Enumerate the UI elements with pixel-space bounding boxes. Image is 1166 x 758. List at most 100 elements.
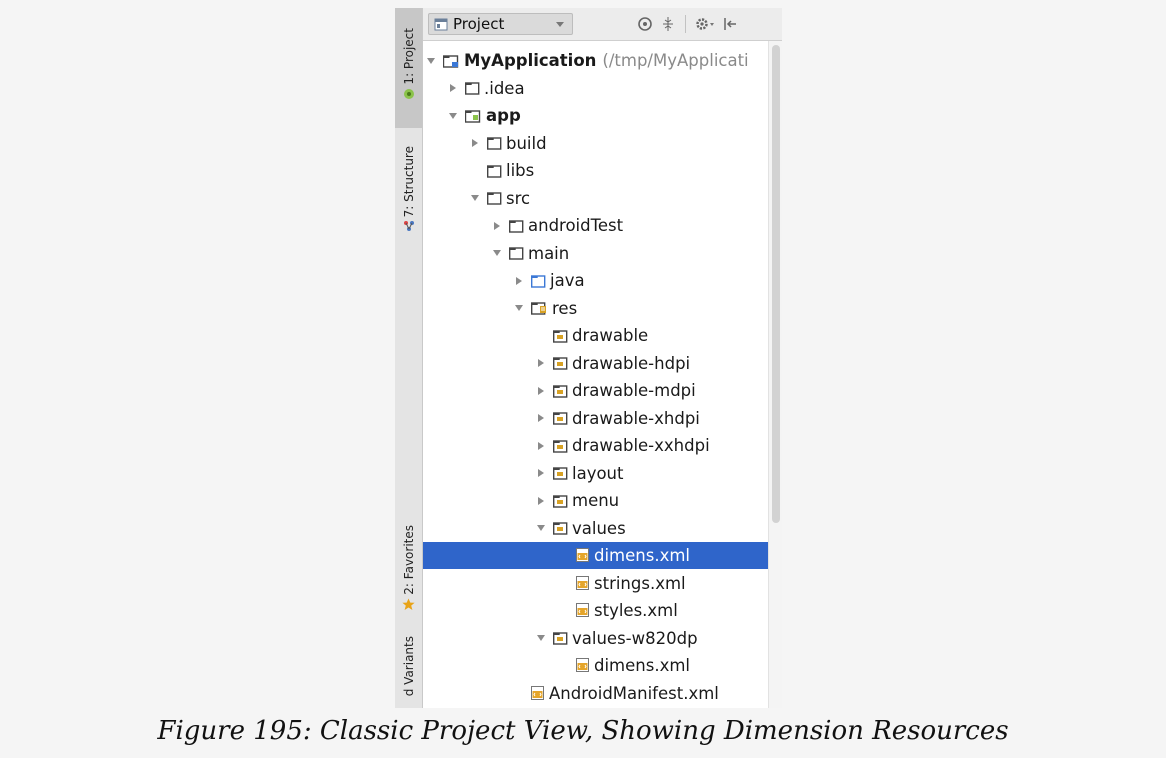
hide-panel-icon[interactable] bbox=[723, 17, 737, 31]
xml-file-icon bbox=[576, 658, 589, 672]
tree-row[interactable]: drawable-xhdpi bbox=[423, 405, 768, 432]
chevron-right-icon[interactable] bbox=[492, 221, 502, 231]
chevron-down-icon[interactable] bbox=[514, 303, 524, 313]
resource-folder-icon bbox=[553, 467, 568, 480]
resource-folder-icon bbox=[553, 384, 568, 398]
tab-build-variants-label: d Variants bbox=[401, 636, 416, 697]
xml-file-icon bbox=[531, 685, 544, 700]
tree-row[interactable]: drawable bbox=[423, 322, 768, 349]
folder-icon bbox=[509, 219, 524, 233]
tree-row[interactable]: java bbox=[423, 267, 768, 294]
chevron-right-icon[interactable] bbox=[536, 468, 546, 478]
view-selector-dropdown[interactable]: Project bbox=[428, 13, 573, 35]
tree-row-label: styles.xml bbox=[594, 601, 678, 620]
scrollbar-thumb[interactable] bbox=[772, 45, 780, 523]
tree-row[interactable]: styles.xml bbox=[423, 597, 768, 624]
resources-root-icon bbox=[531, 302, 546, 315]
chevron-right-icon[interactable] bbox=[536, 413, 546, 423]
figure-caption: Figure 195: Classic Project View, Showin… bbox=[157, 716, 1009, 746]
tree-row[interactable]: .idea bbox=[423, 75, 768, 102]
resource-folder-icon bbox=[553, 632, 568, 645]
chevron-down-icon[interactable] bbox=[492, 248, 502, 258]
tree-row-label: androidTest bbox=[528, 216, 624, 235]
resource-folder-icon bbox=[553, 412, 568, 425]
tree-row-label: app bbox=[486, 106, 521, 125]
tree-row[interactable]: values bbox=[423, 515, 768, 542]
tree-row[interactable]: drawable-xxhdpi bbox=[423, 432, 768, 459]
settings-icon[interactable] bbox=[695, 17, 715, 31]
tree-row-label: libs bbox=[506, 161, 535, 180]
tree-row[interactable]: androidTest bbox=[423, 212, 768, 239]
resource-folder-icon bbox=[553, 329, 568, 343]
chevron-down-icon[interactable] bbox=[448, 111, 458, 121]
module-folder-icon bbox=[465, 109, 481, 123]
tree-row[interactable]: menu bbox=[423, 487, 768, 514]
resource-folder-icon bbox=[553, 357, 568, 370]
tree-row[interactable]: build bbox=[423, 130, 768, 157]
tree-row[interactable]: strings.xml bbox=[423, 570, 768, 597]
tree-row-root[interactable]: MyApplication (/tmp/MyApplicati bbox=[423, 47, 768, 74]
tab-favorites[interactable]: 2: Favorites bbox=[395, 525, 422, 620]
source-folder-icon bbox=[531, 274, 546, 288]
tree-row[interactable]: app bbox=[423, 102, 768, 129]
tree-row[interactable]: res bbox=[423, 295, 768, 322]
module-folder-icon bbox=[443, 54, 459, 68]
collapse-all-icon[interactable] bbox=[661, 17, 675, 31]
tree-row[interactable]: libs bbox=[423, 157, 768, 184]
android-icon bbox=[403, 88, 414, 99]
tab-structure-label: 7: Structure bbox=[401, 146, 416, 218]
tree-row-label: menu bbox=[572, 491, 620, 510]
folder-icon bbox=[487, 137, 502, 150]
tree-row-label: drawable-xhdpi bbox=[572, 408, 700, 428]
tab-build-variants[interactable]: d Variants bbox=[395, 636, 422, 708]
tree-row-label: build bbox=[506, 133, 547, 153]
chevron-right-icon[interactable] bbox=[470, 138, 480, 148]
tree-row[interactable]: drawable-mdpi bbox=[423, 377, 768, 404]
tree-row[interactable]: values-w820dp bbox=[423, 625, 768, 652]
tree-row[interactable]: layout bbox=[423, 460, 768, 487]
xml-file-icon bbox=[576, 603, 589, 617]
sync-icon[interactable] bbox=[638, 17, 652, 31]
chevron-right-icon[interactable] bbox=[536, 441, 546, 451]
resource-folder-icon bbox=[553, 522, 568, 535]
tab-favorites-label: 2: Favorites bbox=[401, 525, 416, 595]
tree-row[interactable]: dimens.xml bbox=[423, 652, 768, 679]
vertical-scrollbar[interactable] bbox=[768, 41, 782, 708]
tree-row[interactable]: drawable-hdpi bbox=[423, 350, 768, 377]
root-path: (/tmp/MyApplicati bbox=[602, 51, 749, 70]
tree-row[interactable]: main bbox=[423, 240, 768, 267]
chevron-right-icon[interactable] bbox=[448, 83, 458, 93]
chevron-down-icon[interactable] bbox=[426, 56, 436, 66]
android-studio-project-panel: 1: Project 7: Structure 2: Favorites d V… bbox=[395, 8, 782, 708]
tab-structure[interactable]: 7: Structure bbox=[395, 146, 422, 264]
tree-row-label: values-w820dp bbox=[572, 628, 698, 648]
star-icon bbox=[402, 598, 415, 610]
chevron-down-icon[interactable] bbox=[536, 523, 546, 533]
folder-icon bbox=[465, 82, 480, 95]
tree-row-label: drawable-xxhdpi bbox=[572, 436, 710, 455]
resource-folder-icon bbox=[553, 494, 568, 508]
tree-row-label: AndroidManifest.xml bbox=[549, 683, 719, 703]
tree-row-label: drawable bbox=[572, 326, 649, 345]
tab-project-label: 1: Project bbox=[401, 28, 416, 85]
tree-row[interactable]: AndroidManifest.xml bbox=[423, 680, 768, 707]
tab-project[interactable]: 1: Project bbox=[395, 8, 422, 128]
tree-row-label: dimens.xml bbox=[594, 656, 691, 675]
chevron-down-icon[interactable] bbox=[470, 193, 480, 203]
tree-row-label: .idea bbox=[484, 78, 525, 98]
tree-row[interactable]: src bbox=[423, 185, 768, 212]
chevron-right-icon[interactable] bbox=[514, 276, 524, 286]
project-tree: MyApplication (/tmp/MyApplicati .idea app… bbox=[423, 41, 768, 708]
project-panel-header: Project bbox=[423, 8, 782, 41]
chevron-down-icon[interactable] bbox=[536, 633, 546, 643]
tree-row-label: drawable-hdpi bbox=[572, 353, 691, 373]
view-selector-label: Project bbox=[453, 15, 505, 33]
chevron-right-icon[interactable] bbox=[536, 358, 546, 368]
tree-row-selected[interactable]: dimens.xml bbox=[423, 542, 768, 569]
tree-row-label: drawable-mdpi bbox=[572, 381, 696, 400]
folder-icon bbox=[487, 192, 502, 205]
chevron-right-icon[interactable] bbox=[536, 386, 546, 396]
structure-icon bbox=[403, 221, 414, 232]
chevron-right-icon[interactable] bbox=[536, 496, 546, 506]
tree-row-label: res bbox=[552, 298, 578, 318]
